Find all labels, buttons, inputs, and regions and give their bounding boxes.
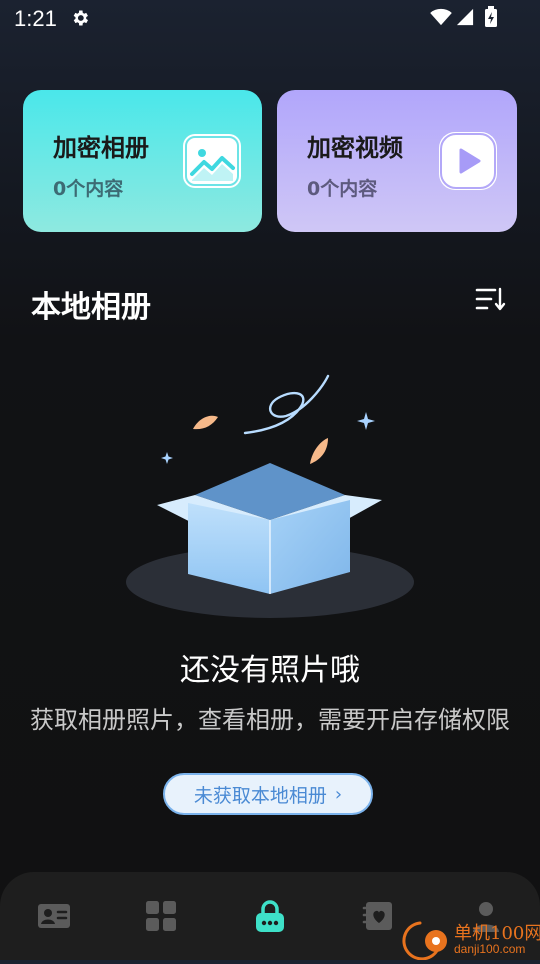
grid-apps-icon[interactable] <box>143 898 179 934</box>
wifi-icon <box>430 8 452 26</box>
watermark: 单机100网 danji100.com <box>390 915 540 961</box>
encrypted-video-card[interactable]: 加密视频 0个内容 <box>277 90 517 232</box>
get-local-album-button[interactable]: 未获取本地相册 › <box>163 773 373 815</box>
empty-state-title: 还没有照片哦 <box>180 653 360 688</box>
encrypted-album-card[interactable]: 加密相册 0个内容 <box>23 90 262 232</box>
play-icon <box>439 132 497 190</box>
button-label: 未获取本地相册 <box>193 784 327 807</box>
chevron-right-icon: › <box>334 783 343 805</box>
signal-icon <box>456 8 474 26</box>
image-icon <box>183 134 241 188</box>
card-title: 加密视频 <box>307 134 403 162</box>
status-bar: 1:21 <box>0 0 540 38</box>
watermark-url: danji100.com <box>454 942 526 956</box>
local-album-title: 本地相册 <box>31 290 151 325</box>
card-count: 0个内容 <box>307 178 378 200</box>
card-title: 加密相册 <box>53 134 149 162</box>
empty-state-description: 获取相册照片，查看相册，需要开启存储权限 <box>30 706 510 734</box>
lock-icon[interactable] <box>252 898 288 934</box>
open-box-illustration <box>126 374 414 618</box>
sort-list-icon[interactable] <box>474 284 506 314</box>
card-count: 0个内容 <box>53 178 124 200</box>
status-time: 1:21 <box>14 6 57 31</box>
battery-charging-icon <box>485 6 497 27</box>
gear-icon <box>73 10 88 26</box>
contact-card-icon[interactable] <box>36 898 72 934</box>
watermark-logo <box>402 921 447 961</box>
